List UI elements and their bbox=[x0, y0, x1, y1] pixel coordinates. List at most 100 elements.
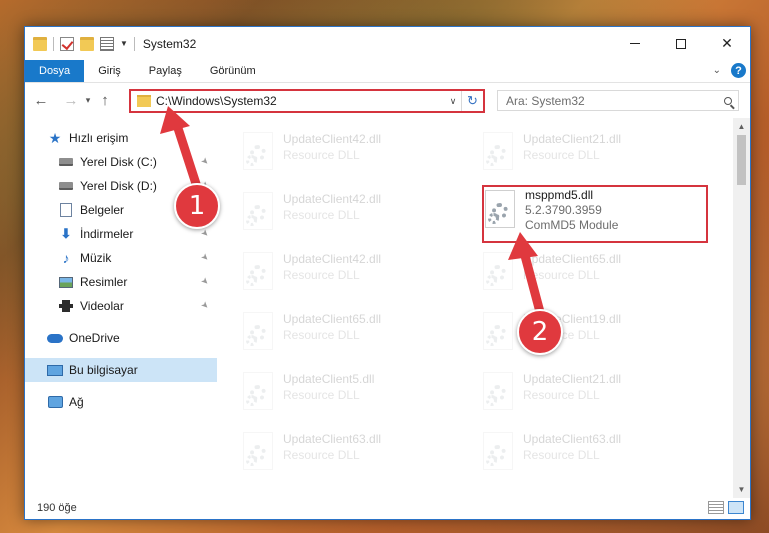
dll-file-icon bbox=[483, 312, 513, 350]
file-name: UpdateClient21.dll bbox=[523, 372, 622, 386]
ribbon-tabs: Dosya Giriş Paylaş Görünüm ⌄ ? bbox=[25, 60, 750, 83]
recent-locations-chevron-icon[interactable]: ▾ bbox=[81, 95, 95, 106]
tiles-view-icon[interactable] bbox=[728, 501, 744, 514]
cloud-icon bbox=[47, 331, 63, 345]
file-list: UpdateClient42.dll Resource DLL UpdateCli… bbox=[217, 118, 750, 498]
dll-file-icon bbox=[243, 432, 273, 470]
explorer-window: ▼ System32 ✕ Dosya Giriş Paylaş Görünüm … bbox=[24, 26, 751, 520]
expand-ribbon-icon[interactable]: ⌄ bbox=[713, 65, 721, 76]
step-1-badge: 1 bbox=[174, 183, 220, 229]
sidebar-item-music[interactable]: ♪ Müzik ➤ bbox=[25, 246, 217, 270]
file-item[interactable]: UpdateClient21.dll Resource DLL bbox=[483, 126, 703, 176]
file-description: Resource DLL bbox=[283, 388, 360, 402]
file-description: Resource DLL bbox=[283, 208, 360, 222]
file-name: UpdateClient5.dll bbox=[283, 372, 375, 386]
dll-file-icon bbox=[243, 372, 273, 410]
address-path[interactable]: C:\Windows\System32 bbox=[156, 94, 445, 108]
chevron-down-icon[interactable]: ∨ bbox=[445, 96, 461, 107]
refresh-icon[interactable]: ↻ bbox=[461, 91, 483, 111]
tab-home[interactable]: Giriş bbox=[84, 60, 135, 82]
address-bar[interactable]: C:\Windows\System32 ∨ ↻ bbox=[129, 89, 485, 113]
sidebar-item-local-disk-c[interactable]: Yerel Disk (C:) ➤ bbox=[25, 150, 217, 174]
sidebar-item-videos[interactable]: Videolar ➤ bbox=[25, 294, 217, 318]
computer-icon bbox=[47, 363, 63, 377]
file-name: UpdateClient65.dll bbox=[283, 312, 382, 326]
sidebar-item-onedrive[interactable]: OneDrive bbox=[25, 326, 217, 350]
file-item[interactable]: UpdateClient42.dll Resource DLL bbox=[243, 246, 463, 296]
window-title: System32 bbox=[142, 36, 197, 51]
sidebar-item-label: Ağ bbox=[69, 395, 84, 409]
pin-icon[interactable]: ➤ bbox=[199, 251, 211, 264]
tab-view[interactable]: Görünüm bbox=[196, 60, 270, 82]
close-button[interactable]: ✕ bbox=[704, 27, 750, 60]
file-name: UpdateClient63.dll bbox=[283, 432, 382, 446]
status-bar: 190 öğe bbox=[25, 496, 750, 519]
back-arrow-icon[interactable]: ← bbox=[31, 92, 51, 109]
scroll-up-icon[interactable]: ▲ bbox=[733, 118, 750, 135]
scrollbar-thumb[interactable] bbox=[737, 135, 746, 185]
up-arrow-icon[interactable]: ↑ bbox=[95, 92, 115, 109]
file-item[interactable]: UpdateClient65.dll Resource DLL bbox=[483, 246, 703, 296]
sidebar-item-label: Videolar bbox=[80, 299, 124, 313]
forward-arrow-icon[interactable]: → bbox=[61, 92, 81, 109]
details-view-icon[interactable] bbox=[708, 501, 724, 514]
customize-icon[interactable] bbox=[100, 36, 114, 51]
document-icon bbox=[58, 203, 74, 217]
properties-check-icon[interactable] bbox=[60, 36, 74, 51]
quick-access-toolbar: ▼ System32 bbox=[33, 36, 197, 51]
tab-file[interactable]: Dosya bbox=[25, 60, 85, 82]
maximize-button[interactable] bbox=[658, 27, 704, 60]
file-item[interactable]: UpdateClient63.dll Resource DLL bbox=[483, 426, 703, 476]
pin-icon[interactable]: ➤ bbox=[199, 227, 211, 240]
help-icon[interactable]: ? bbox=[731, 63, 746, 78]
new-folder-icon[interactable] bbox=[80, 36, 94, 51]
vertical-scrollbar[interactable]: ▲ ▼ bbox=[733, 118, 750, 498]
pin-icon[interactable]: ➤ bbox=[199, 155, 211, 168]
pin-icon[interactable]: ➤ bbox=[199, 299, 211, 312]
sidebar-item-label: Hızlı erişim bbox=[69, 131, 129, 145]
minimize-button[interactable] bbox=[612, 27, 658, 60]
chevron-down-icon[interactable]: ▼ bbox=[120, 39, 128, 48]
sidebar-item-pictures[interactable]: Resimler ➤ bbox=[25, 270, 217, 294]
navigation-bar: ← → ▾ ↑ C:\Windows\System32 ∨ ↻ Ara: Sys… bbox=[25, 83, 750, 118]
search-placeholder[interactable]: Ara: System32 bbox=[498, 94, 718, 108]
step-2-badge: 2 bbox=[517, 309, 563, 355]
sidebar-item-label: OneDrive bbox=[69, 331, 120, 345]
selected-file-highlight bbox=[482, 185, 708, 243]
item-count: 190 öğe bbox=[37, 501, 77, 514]
file-item[interactable]: UpdateClient63.dll Resource DLL bbox=[243, 426, 463, 476]
dll-file-icon bbox=[243, 192, 273, 230]
dll-file-icon bbox=[483, 132, 513, 170]
file-item[interactable]: UpdateClient19.dllResource DLL bbox=[483, 306, 703, 356]
folder-icon bbox=[33, 36, 47, 51]
sidebar-item-label: Resimler bbox=[80, 275, 128, 289]
file-description: Resource DLL bbox=[523, 388, 600, 402]
sidebar-item-network[interactable]: Ağ bbox=[25, 390, 217, 414]
sidebar-item-quick-access[interactable]: ★ Hızlı erişim bbox=[25, 126, 217, 150]
search-icon[interactable] bbox=[718, 96, 738, 105]
file-item[interactable]: UpdateClient21.dll Resource DLL bbox=[483, 366, 703, 416]
file-item[interactable]: UpdateClient65.dll Resource DLL bbox=[243, 306, 463, 356]
file-item[interactable]: UpdateClient42.dll Resource DLL bbox=[243, 186, 463, 236]
file-description: Resource DLL bbox=[283, 268, 360, 282]
sidebar-item-this-pc[interactable]: Bu bilgisayar bbox=[25, 358, 217, 382]
file-name: UpdateClient65.dll bbox=[523, 252, 622, 266]
disk-icon bbox=[58, 155, 74, 169]
minimize-icon bbox=[630, 43, 640, 44]
tab-share[interactable]: Paylaş bbox=[135, 60, 196, 82]
file-name: UpdateClient42.dll bbox=[283, 252, 382, 266]
divider bbox=[53, 36, 54, 51]
search-input[interactable]: Ara: System32 bbox=[497, 90, 739, 111]
file-name: UpdateClient21.dll bbox=[523, 132, 622, 146]
sidebar-item-label: Belgeler bbox=[80, 203, 125, 217]
file-description: Resource DLL bbox=[283, 148, 360, 162]
file-description: Resource DLL bbox=[283, 328, 360, 342]
sidebar-item-label: Yerel Disk (C:) bbox=[80, 155, 157, 169]
file-item[interactable]: UpdateClient5.dll Resource DLL bbox=[243, 366, 463, 416]
sidebar-item-label: Müzik bbox=[80, 251, 112, 265]
file-item[interactable]: UpdateClient42.dll Resource DLL bbox=[243, 126, 463, 176]
dll-file-icon bbox=[243, 132, 273, 170]
divider bbox=[133, 36, 135, 51]
pin-icon[interactable]: ➤ bbox=[199, 275, 211, 288]
close-icon: ✕ bbox=[721, 35, 733, 51]
